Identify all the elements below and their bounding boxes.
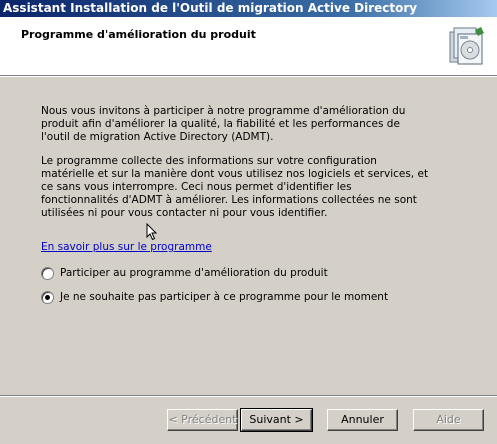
participate-option[interactable]: Participer au programme d'amélioration d…: [41, 266, 328, 280]
learn-more-link[interactable]: En savoir plus sur le programme: [41, 241, 212, 253]
window-title-bar[interactable]: Assistant Installation de l'Outil de mig…: [0, 0, 497, 17]
wizard-header: Programme d'amélioration du produit: [0, 17, 497, 75]
decline-label: Je ne souhaite pas participer à ce progr…: [60, 291, 389, 303]
details-paragraph: Le programme collecte des informations s…: [41, 155, 429, 219]
intro-paragraph: Nous vous invitons à participer à notre …: [41, 105, 406, 143]
decline-radio[interactable]: [41, 290, 54, 304]
installer-box-icon: [449, 27, 484, 65]
back-button[interactable]: < Précédent: [167, 409, 238, 431]
help-button[interactable]: Aide: [413, 409, 484, 431]
mouse-cursor-icon: [146, 223, 158, 241]
decline-option[interactable]: Je ne souhaite pas participer à ce progr…: [41, 290, 388, 304]
participate-label: Participer au programme d'amélioration d…: [60, 267, 328, 279]
cancel-button[interactable]: Annuler: [327, 409, 398, 431]
page-title: Programme d'amélioration du produit: [21, 28, 256, 41]
participate-radio[interactable]: [41, 266, 54, 280]
footer-separator-highlight: [0, 396, 497, 397]
window-title: Assistant Installation de l'Outil de mig…: [3, 1, 418, 15]
wizard-content: Nous vous invitons à participer à notre …: [0, 77, 497, 395]
next-button[interactable]: Suivant >: [240, 408, 313, 432]
